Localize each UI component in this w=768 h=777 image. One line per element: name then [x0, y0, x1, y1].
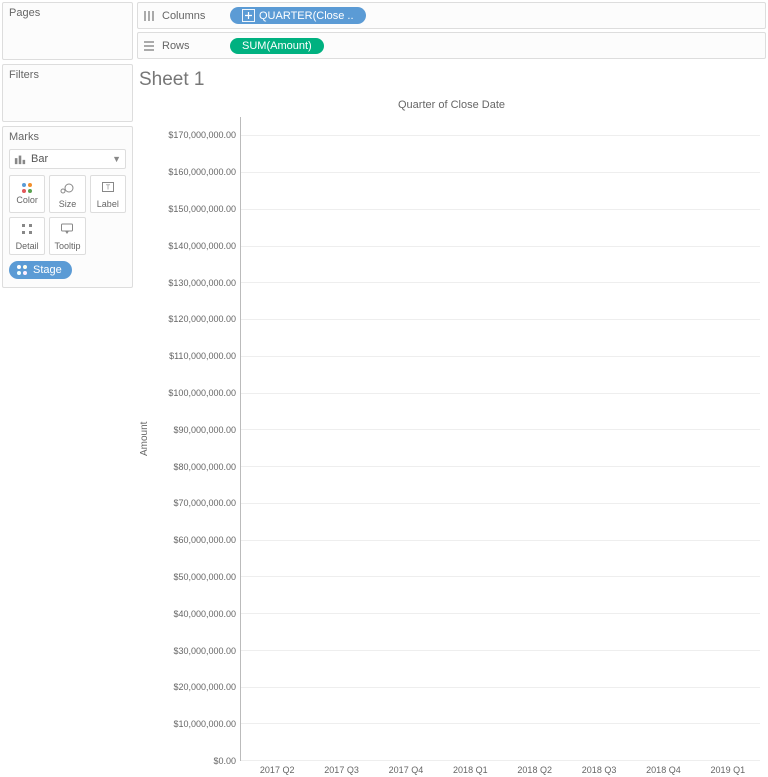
pages-label: Pages: [9, 7, 126, 19]
size-icon: [60, 180, 74, 197]
pages-shelf[interactable]: Pages: [2, 2, 133, 60]
detail-icon: [20, 222, 34, 239]
rows-shelf[interactable]: Rows SUM(Amount): [137, 32, 766, 59]
mark-type-value: Bar: [31, 153, 48, 165]
plus-box-icon: [242, 9, 255, 22]
x-tick-label: 2018 Q2: [503, 765, 567, 775]
mark-type-select[interactable]: Bar ▼: [9, 149, 126, 169]
side-panels: Pages Filters Marks Bar ▼: [0, 0, 135, 777]
chevron-down-icon: ▼: [112, 154, 121, 164]
x-tick-label: 2019 Q1: [696, 765, 760, 775]
marks-label-label: Label: [97, 199, 119, 209]
columns-pill-label: QUARTER(Close ..: [259, 10, 354, 22]
tooltip-icon: [60, 222, 74, 239]
bar-chart-icon: [14, 153, 26, 165]
filters-shelf[interactable]: Filters: [2, 64, 133, 122]
marks-color-pill-label: Stage: [33, 264, 62, 276]
columns-shelf[interactable]: Columns QUARTER(Close ..: [137, 2, 766, 29]
filters-label: Filters: [9, 69, 126, 81]
rows-icon: [142, 39, 156, 53]
label-icon: T: [101, 180, 115, 197]
rows-pill-label: SUM(Amount): [242, 40, 312, 52]
rows-pill-sum-amount[interactable]: SUM(Amount): [230, 38, 324, 54]
chart-header-title: Quarter of Close Date: [137, 99, 766, 111]
marks-size-label: Size: [59, 199, 77, 209]
sheet-title[interactable]: Sheet 1: [139, 69, 764, 91]
marks-tooltip-label: Tooltip: [54, 241, 80, 251]
x-tick-label: 2017 Q3: [309, 765, 373, 775]
marks-card: Marks Bar ▼ Color: [2, 126, 133, 288]
plot-area[interactable]: [240, 117, 760, 761]
marks-tooltip-button[interactable]: Tooltip: [49, 217, 85, 255]
color-dots-icon: [22, 183, 32, 193]
y-axis-ticks: $170,000,000.00$160,000,000.00$150,000,0…: [152, 117, 240, 761]
columns-pill-quarter-close-date[interactable]: QUARTER(Close ..: [230, 7, 366, 24]
main-area: Columns QUARTER(Close .. Rows SUM(Amount…: [135, 0, 768, 777]
svg-text:T: T: [106, 184, 111, 191]
x-tick-label: 2017 Q4: [374, 765, 438, 775]
columns-icon: [142, 9, 156, 23]
x-tick-label: 2018 Q4: [631, 765, 695, 775]
marks-detail-button[interactable]: Detail: [9, 217, 45, 255]
columns-shelf-label: Columns: [162, 10, 230, 22]
marks-color-pill-stage[interactable]: Stage: [9, 261, 72, 279]
marks-color-button[interactable]: Color: [9, 175, 45, 213]
marks-color-label: Color: [16, 195, 38, 205]
marks-label: Marks: [9, 131, 126, 143]
x-tick-label: 2017 Q2: [245, 765, 309, 775]
y-axis-title: Amount: [137, 117, 152, 761]
marks-label-button[interactable]: T Label: [90, 175, 126, 213]
x-tick-label: 2018 Q3: [567, 765, 631, 775]
chart: Amount $170,000,000.00$160,000,000.00$15…: [137, 117, 760, 761]
color-dots-icon: [15, 263, 29, 277]
marks-size-button[interactable]: Size: [49, 175, 85, 213]
rows-shelf-label: Rows: [162, 40, 230, 52]
marks-detail-label: Detail: [16, 241, 39, 251]
x-tick-label: 2018 Q1: [438, 765, 502, 775]
